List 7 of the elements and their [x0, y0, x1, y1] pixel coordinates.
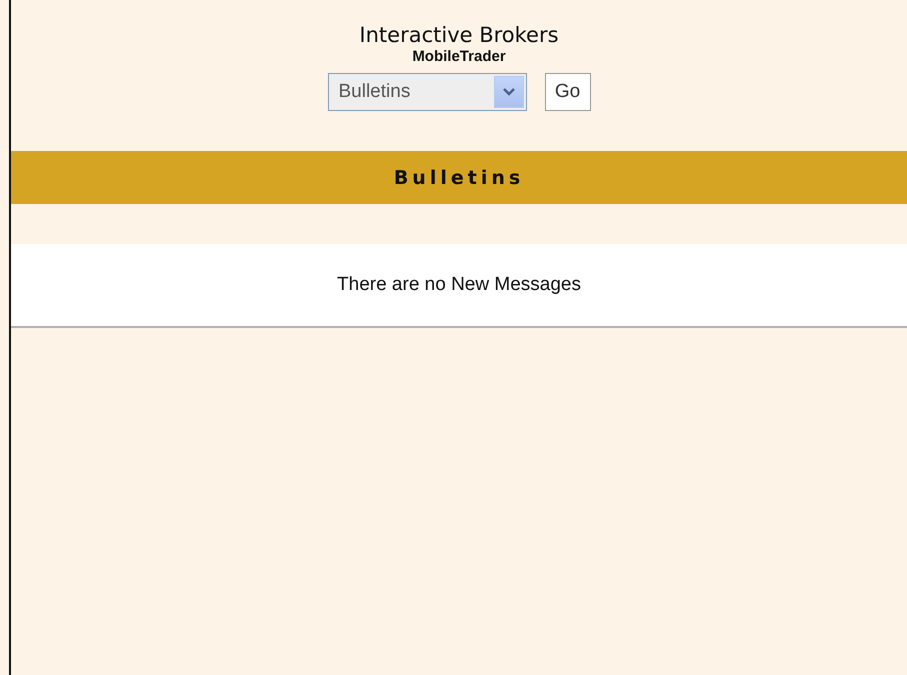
- go-button[interactable]: Go: [544, 73, 590, 111]
- section-title: Bulletins: [394, 166, 524, 188]
- menu-dropdown[interactable]: Bulletins: [328, 73, 526, 111]
- site-subtitle: MobileTrader: [412, 48, 506, 66]
- caret-icon: [502, 88, 514, 96]
- site-title: Interactive Brokers: [359, 22, 559, 48]
- empty-message: There are no New Messages: [337, 274, 581, 296]
